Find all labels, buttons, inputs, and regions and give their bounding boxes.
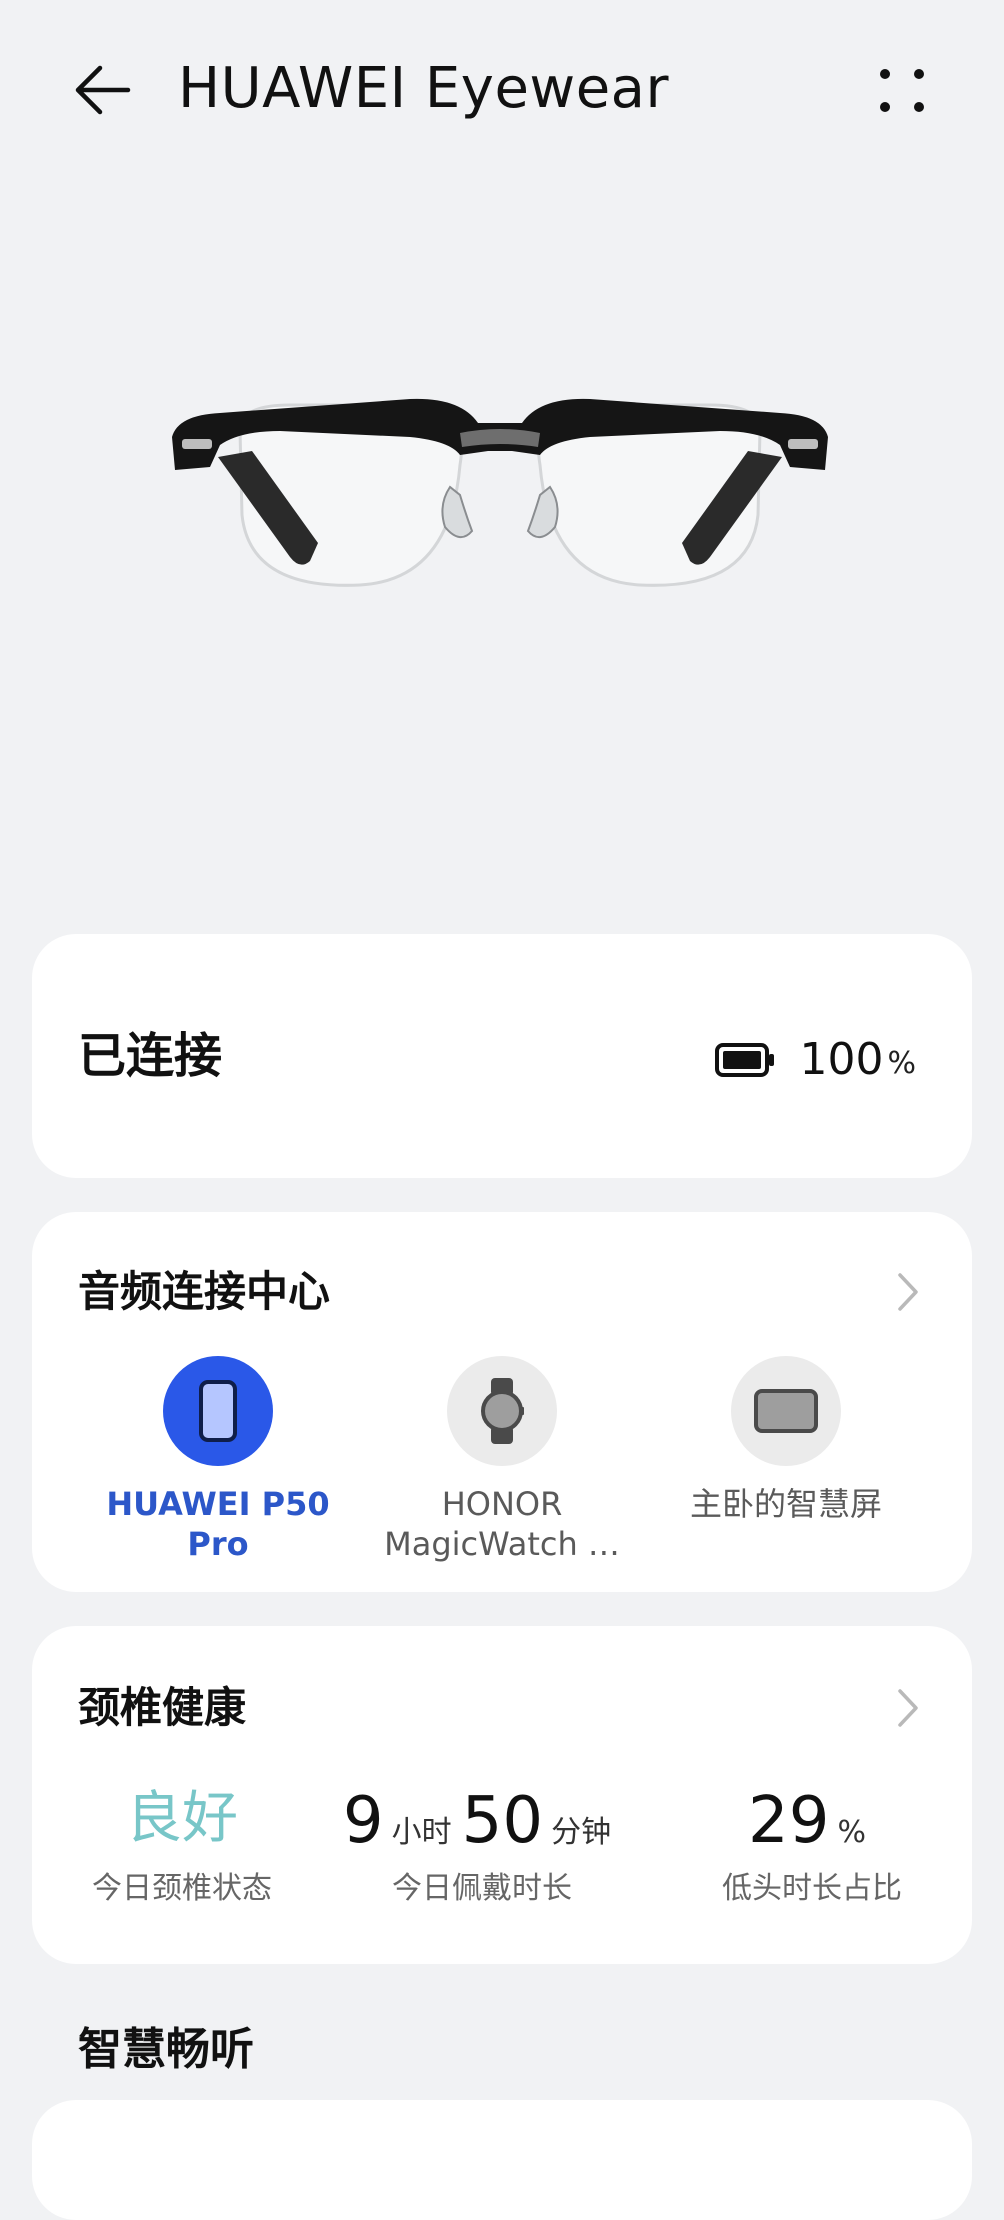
smart-listen-title: 智慧畅听	[78, 2024, 254, 2075]
device-icon-circle	[163, 1356, 273, 1466]
phone-icon	[199, 1380, 237, 1442]
audio-center-title: 音频连接中心	[78, 1267, 331, 1316]
connection-card: 已连接 100 %	[32, 934, 972, 1178]
more-dots-icon	[880, 69, 924, 112]
device-label: 主卧的智慧屏	[689, 1485, 882, 1523]
wear-minutes-value: 50	[461, 1784, 544, 1858]
neck-status-stat: 良好 今日颈椎状态	[72, 1784, 292, 1908]
wear-duration-stat: 9 小时 50 分钟 今日佩戴时长	[332, 1784, 632, 1908]
tv-icon	[754, 1389, 818, 1433]
device-huawei-p50-pro[interactable]: HUAWEI P50 Pro	[93, 1356, 343, 1564]
battery-value: 100	[799, 1034, 884, 1085]
page-title: HUAWEI Eyewear	[178, 56, 669, 121]
more-button[interactable]	[862, 50, 942, 130]
arrow-left-icon	[75, 65, 131, 115]
watch-icon	[481, 1378, 524, 1444]
audio-center-chevron[interactable]	[888, 1264, 928, 1320]
neck-health-chevron[interactable]	[888, 1680, 928, 1736]
audio-center-card[interactable]: 音频连接中心 HUAWEI P50 Pro HONOR MagicWatch ……	[32, 1212, 972, 1592]
device-icon-circle	[731, 1356, 841, 1466]
back-button[interactable]	[62, 50, 142, 130]
neck-status-value: 良好	[126, 1786, 238, 1851]
device-label: HONOR MagicWatch …	[384, 1485, 620, 1563]
wear-duration-label: 今日佩戴时长	[392, 1871, 572, 1906]
wear-minutes-unit: 分钟	[551, 1815, 612, 1850]
neck-health-card[interactable]: 颈椎健康 良好 今日颈椎状态 9 小时 50 分钟 今日佩戴时长 29 % 低头…	[32, 1626, 972, 1964]
device-icon-circle	[447, 1356, 557, 1466]
battery-indicator: 100 %	[714, 1030, 916, 1090]
chevron-right-icon	[898, 1273, 918, 1311]
head-down-stat: 29 % 低头时长占比	[692, 1784, 932, 1908]
neck-status-label: 今日颈椎状态	[92, 1871, 272, 1906]
head-down-unit: %	[837, 1815, 866, 1850]
smart-listen-card[interactable]	[32, 2100, 972, 2220]
chevron-right-icon	[898, 1689, 918, 1727]
eyewear-image	[160, 395, 840, 615]
device-honor-magicwatch[interactable]: HONOR MagicWatch …	[377, 1356, 627, 1564]
battery-icon	[714, 1043, 774, 1077]
battery-unit: %	[887, 1046, 916, 1081]
wear-hours-unit: 小时	[391, 1815, 452, 1850]
device-master-bedroom-smart-screen[interactable]: 主卧的智慧屏	[661, 1356, 911, 1524]
device-label: HUAWEI P50 Pro	[106, 1485, 330, 1563]
connection-status: 已连接	[78, 1028, 223, 1084]
wear-hours-value: 9	[342, 1784, 384, 1858]
neck-health-title: 颈椎健康	[78, 1683, 247, 1732]
head-down-label: 低头时长占比	[722, 1871, 902, 1906]
head-down-value: 29	[748, 1784, 830, 1858]
